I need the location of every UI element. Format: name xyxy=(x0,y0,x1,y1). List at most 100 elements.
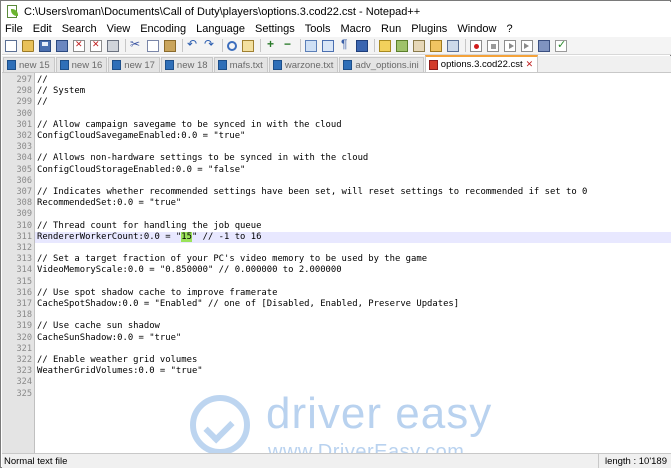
menu-language[interactable]: Language xyxy=(191,23,250,35)
line-text[interactable]: // Allows non-hardware settings to be sy… xyxy=(37,153,368,164)
tab-warzone-txt[interactable]: warzone.txt xyxy=(268,57,339,72)
line-text[interactable]: // Thread count for handling the job que… xyxy=(37,221,261,232)
code-line[interactable]: 316 // Use spot shadow cache to improve f… xyxy=(16,288,671,299)
menu-tools[interactable]: Tools xyxy=(300,23,336,35)
code-line[interactable]: 324 xyxy=(16,377,671,388)
line-text[interactable]: // Use spot shadow cache to improve fram… xyxy=(37,288,277,299)
code-line[interactable]: 314 VideoMemoryScale:0.0 = "0.850000" // … xyxy=(16,265,671,276)
line-text[interactable]: // Indicates whether recommended setting… xyxy=(37,187,587,198)
line-text[interactable]: // xyxy=(37,75,48,86)
code-line[interactable]: 298 // System xyxy=(16,86,671,97)
close-tab-icon[interactable]: ✕ xyxy=(526,59,534,70)
indent-guide-icon[interactable] xyxy=(356,39,368,52)
folder-as-workspace-icon[interactable] xyxy=(430,39,442,52)
line-text[interactable]: // Set a target fraction of your PC's vi… xyxy=(37,254,427,265)
code-line[interactable]: 319 // Use cache sun shadow xyxy=(16,321,671,332)
tab-mafs-txt[interactable]: mafs.txt xyxy=(213,57,268,72)
show-all-characters-icon[interactable] xyxy=(339,37,351,52)
zoom-in-icon[interactable] xyxy=(265,37,277,52)
tab-new-18[interactable]: new 18 xyxy=(160,57,213,72)
code-line[interactable]: 318 xyxy=(16,310,671,321)
code-line[interactable]: 310 // Thread count for handling the job … xyxy=(16,221,671,232)
code-area[interactable]: 297 // 298 // System 299 // 300 301 // Allow cam… xyxy=(16,73,671,453)
line-text[interactable]: CacheSpotShadow:0.0 = "Enabled" // one o… xyxy=(37,299,459,310)
code-line[interactable]: 297 // xyxy=(16,75,671,86)
menu-edit[interactable]: Edit xyxy=(28,23,57,35)
line-text[interactable]: RecommendedSet:0.0 = "true" xyxy=(37,198,181,209)
cut-icon[interactable] xyxy=(130,37,142,52)
menu-plugins[interactable]: Plugins xyxy=(406,23,452,35)
menu-run[interactable]: Run xyxy=(376,23,406,35)
code-line[interactable]: 322 // Enable weather grid volumes xyxy=(16,355,671,366)
menu-file[interactable]: File xyxy=(2,23,28,35)
code-line[interactable]: 315 xyxy=(16,277,671,288)
paste-icon[interactable] xyxy=(164,39,176,52)
function-list-icon[interactable] xyxy=(413,39,425,52)
menu-settings[interactable]: Settings xyxy=(250,23,300,35)
code-line[interactable]: 309 xyxy=(16,209,671,220)
line-text[interactable]: // Use cache sun shadow xyxy=(37,321,160,332)
line-text[interactable]: // xyxy=(37,97,48,108)
tab-new-17[interactable]: new 17 xyxy=(108,57,160,72)
find-icon[interactable] xyxy=(227,40,237,51)
line-text[interactable]: // Enable weather grid volumes xyxy=(37,355,197,366)
record-macro-icon[interactable] xyxy=(470,39,482,52)
code-line[interactable]: 320 CacheSunShadow:0.0 = "true" xyxy=(16,333,671,344)
tab-new-15[interactable]: new 15 xyxy=(3,57,55,72)
spell-check-icon[interactable] xyxy=(555,38,567,52)
zoom-out-icon[interactable] xyxy=(282,37,294,52)
open-file-icon[interactable] xyxy=(22,39,34,52)
save-icon[interactable] xyxy=(39,39,51,52)
menu-macro[interactable]: Macro xyxy=(335,23,376,35)
menu-window[interactable]: Window xyxy=(452,23,501,35)
code-line[interactable]: 325 xyxy=(16,389,671,400)
code-line[interactable]: 302 ConfigCloudSavegameEnabled:0.0 = "tru… xyxy=(16,131,671,142)
monitoring-icon[interactable] xyxy=(447,39,459,52)
line-text[interactable]: WeatherGridVolumes:0.0 = "true" xyxy=(37,366,203,377)
document-map-icon[interactable] xyxy=(396,39,408,52)
line-text[interactable]: ConfigCloudSavegameEnabled:0.0 = "true" xyxy=(37,131,245,142)
tab-options-3-cod22-cst[interactable]: options.3.cod22.cst ✕ xyxy=(424,55,539,72)
play-macro-icon[interactable] xyxy=(504,39,516,52)
menu-view[interactable]: View xyxy=(102,23,136,35)
line-text[interactable]: VideoMemoryScale:0.0 = "0.850000" // 0.0… xyxy=(37,265,342,276)
undo-icon[interactable] xyxy=(187,37,199,52)
code-line[interactable]: 317 CacheSpotShadow:0.0 = "Enabled" // on… xyxy=(16,299,671,310)
selected-text[interactable]: 15 xyxy=(181,231,192,242)
tab-adv-options-ini[interactable]: adv_options.ini xyxy=(339,57,424,72)
close-icon[interactable] xyxy=(73,39,85,52)
stop-macro-icon[interactable] xyxy=(487,39,499,52)
line-text[interactable]: RendererWorkerCount:0.0 = "15" // -1 to … xyxy=(37,231,261,243)
print-icon[interactable] xyxy=(107,39,119,52)
close-all-icon[interactable] xyxy=(90,39,102,52)
code-line[interactable]: 312 xyxy=(16,243,671,254)
code-line[interactable]: 321 xyxy=(16,344,671,355)
line-text[interactable]: // System xyxy=(37,86,85,97)
copy-icon[interactable] xyxy=(147,39,159,52)
code-line[interactable]: 299 // xyxy=(16,97,671,108)
current-line[interactable]: 311 RendererWorkerCount:0.0 = "15" // -1 … xyxy=(16,231,671,243)
code-line[interactable]: 308 RecommendedSet:0.0 = "true" xyxy=(16,198,671,209)
save-macro-icon[interactable] xyxy=(538,39,550,52)
run-macro-multiple-icon[interactable] xyxy=(521,39,533,52)
code-line[interactable]: 313 // Set a target fraction of your PC's… xyxy=(16,254,671,265)
line-text[interactable]: ConfigCloudStorageEnabled:0.0 = "false" xyxy=(37,165,245,176)
menu-encoding[interactable]: Encoding xyxy=(135,23,191,35)
code-line[interactable]: 323 WeatherGridVolumes:0.0 = "true" xyxy=(16,366,671,377)
menu-help[interactable]: ? xyxy=(501,23,517,35)
line-text[interactable]: // Allow campaign savegame to be synced … xyxy=(37,120,342,131)
tab-new-16[interactable]: new 16 xyxy=(55,57,108,72)
menu-search[interactable]: Search xyxy=(57,23,102,35)
user-defined-language-icon[interactable] xyxy=(379,39,391,52)
sync-scroll-icon[interactable] xyxy=(305,39,317,52)
code-line[interactable]: 307 // Indicates whether recommended sett… xyxy=(16,187,671,198)
word-wrap-icon[interactable] xyxy=(322,39,334,52)
code-line[interactable]: 304 // Allows non-hardware settings to be… xyxy=(16,153,671,164)
replace-icon[interactable] xyxy=(242,39,254,52)
code-line[interactable]: 300 xyxy=(16,109,671,120)
redo-icon[interactable] xyxy=(204,37,216,52)
save-all-icon[interactable] xyxy=(56,39,68,52)
new-file-icon[interactable] xyxy=(5,39,17,52)
code-line[interactable]: 301 // Allow campaign savegame to be sync… xyxy=(16,120,671,131)
code-line[interactable]: 305 ConfigCloudStorageEnabled:0.0 = "fals… xyxy=(16,165,671,176)
